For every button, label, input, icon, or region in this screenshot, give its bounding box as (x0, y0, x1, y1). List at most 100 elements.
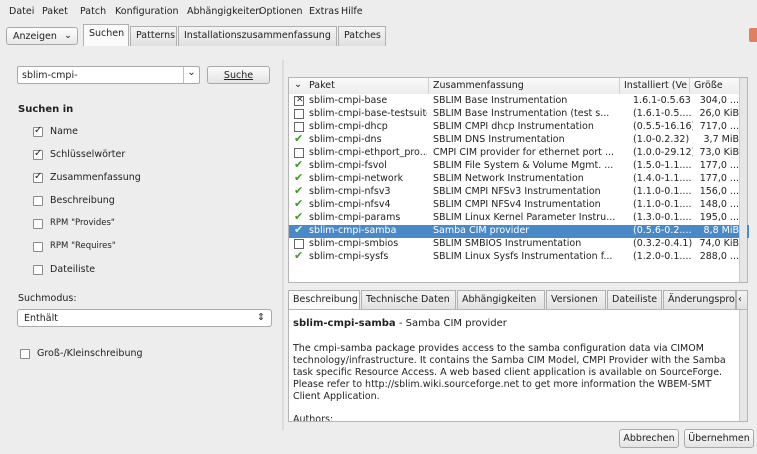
cell-groesse: 73,0 KiB (699, 147, 739, 158)
package-table: ⌄ Paket Zusammenfassung Installiert (Ve … (288, 77, 749, 283)
cancel-button-label: Abbrechen (623, 433, 675, 444)
checkbox-icon[interactable] (294, 148, 304, 158)
menu-konfiguration[interactable]: Konfiguration (115, 6, 179, 17)
option-description-label: Beschreibung (50, 195, 115, 206)
table-row[interactable]: sblim-cmpi-dhcp SBLIM CMPI dhcp Instrumen… (289, 121, 749, 134)
column-header-zusammenfassung[interactable]: Zusammenfassung (429, 78, 620, 94)
table-scrollbar[interactable] (739, 78, 747, 282)
menu-hilfe[interactable]: Hilfe (341, 6, 363, 17)
tab-installationszusammenfassung[interactable]: Installationszusammenfassung (178, 26, 337, 46)
cell-zusammenfassung: SBLIM SMBIOS Instrumentation (433, 238, 582, 249)
checkbox-summary[interactable] (33, 171, 43, 183)
cell-zusammenfassung: SBLIM CMPI NFSv4 Instrumentation (433, 199, 601, 210)
cell-installiert: 1.6.1-0.5.63 (633, 95, 691, 106)
cancel-button[interactable]: Abbrechen (619, 429, 679, 448)
menu-abhaengigkeiten[interactable]: Abhängigkeiten (187, 6, 261, 17)
table-row[interactable]: sblim-cmpi-samba Samba CIM provider (0.5.6… (289, 223, 749, 238)
update-checkbox-icon[interactable] (294, 95, 304, 106)
table-row[interactable]: sblim-cmpi-fsvol SBLIM File System & Volu… (289, 158, 749, 173)
table-row[interactable]: sblim-cmpi-base-testsuite SBLIM Base Inst… (289, 108, 749, 121)
menu-patch[interactable]: Patch (80, 6, 106, 17)
option-keywords-label: Schlüsselwörter (50, 149, 126, 160)
description-text: The cmpi-samba package provides access t… (293, 343, 726, 402)
tab-versionen[interactable]: Versionen (546, 290, 606, 310)
cell-zusammenfassung: SBLIM DNS Instrumentation (433, 134, 565, 145)
checkbox-icon[interactable] (294, 239, 304, 249)
menu-optionen[interactable]: Optionen (259, 6, 303, 17)
table-row[interactable]: sblim-cmpi-smbios SBLIM SMBIOS Instrument… (289, 238, 749, 251)
package-name: sblim-cmpi-samba (293, 318, 396, 329)
cell-zusammenfassung: Samba CIM provider (433, 225, 530, 236)
option-provides-label: RPM "Provides" (50, 218, 115, 228)
cell-zusammenfassung: SBLIM CMPI NFSv3 Instrumentation (433, 186, 601, 197)
menu-extras[interactable]: Extras (309, 6, 339, 17)
checkbox-keywords[interactable] (33, 148, 43, 160)
table-row[interactable]: sblim-cmpi-sysfs SBLIM Linux Sysfs Instru… (289, 249, 749, 264)
cell-paket: sblim-cmpi-dhcp (309, 121, 388, 132)
tab-aenderungsprotokoll[interactable]: Änderungsprot (663, 290, 736, 310)
updown-icon: ⇕ (257, 312, 265, 323)
column-header-groesse[interactable]: Größe (690, 78, 741, 94)
cell-zusammenfassung: SBLIM Base Instrumentation (test s... (433, 108, 610, 119)
installed-check-icon[interactable] (294, 132, 305, 146)
table-row[interactable]: sblim-cmpi-base SBLIM Base Instrumentatio… (289, 95, 749, 108)
checkbox-icon[interactable] (294, 109, 304, 119)
tab-scroll-left-icon[interactable]: ‹ (736, 290, 748, 310)
cell-installiert: (0.3.2-0.4.1) (633, 238, 693, 249)
table-row[interactable]: sblim-cmpi-dns SBLIM DNS Instrumentation (… (289, 132, 749, 147)
table-row[interactable]: sblim-cmpi-params SBLIM Linux Kernel Para… (289, 210, 749, 225)
tab-dateiliste[interactable]: Dateiliste (607, 290, 662, 310)
view-dropdown[interactable]: Anzeigen ⌄ (6, 27, 78, 45)
apply-button[interactable]: Übernehmen (684, 429, 754, 448)
cell-paket: sblim-cmpi-fsvol (309, 160, 387, 171)
table-row[interactable]: sblim-cmpi-nfsv3 SBLIM CMPI NFSv3 Instrum… (289, 184, 749, 199)
tab-technische-daten[interactable]: Technische Daten (361, 290, 456, 310)
close-tab-icon[interactable] (749, 28, 757, 42)
cell-paket: sblim-cmpi-base-testsuite (309, 108, 427, 119)
checkbox-provides[interactable] (33, 219, 43, 229)
cell-installiert: (1.1.0-0.1.... (633, 199, 692, 210)
search-button[interactable]: Suche (207, 66, 270, 84)
splitter-handle[interactable] (282, 60, 284, 430)
cell-paket: sblim-cmpi-base (309, 95, 388, 106)
tab-patches[interactable]: Patches (338, 26, 386, 46)
installed-check-icon[interactable] (294, 249, 305, 263)
cell-installiert: (1.0.0-29.12) (633, 147, 693, 158)
cell-paket: sblim-cmpi-smbios (309, 238, 399, 249)
table-row[interactable]: sblim-cmpi-network SBLIM Network Instrume… (289, 171, 749, 186)
checkbox-case-sensitive[interactable] (20, 349, 30, 359)
option-requires-label: RPM "Requires" (50, 241, 116, 251)
authors-label: Authors: (293, 414, 334, 422)
checkbox-description[interactable] (33, 196, 43, 206)
option-filelist-label: Dateiliste (50, 264, 96, 275)
column-header-installiert[interactable]: Installiert (Ve (620, 78, 690, 94)
search-mode-select[interactable]: Enthält ⇕ (17, 309, 272, 327)
search-mode-value: Enthält (24, 313, 58, 324)
cell-paket: sblim-cmpi-nfsv4 (309, 199, 391, 210)
cell-installiert: (1.3.0-0.1.... (633, 212, 692, 223)
search-input[interactable]: sblim-cmpi- ⌄ (17, 66, 200, 84)
column-header-paket[interactable]: ⌄ Paket (289, 78, 429, 94)
tab-patterns[interactable]: Patterns (130, 26, 177, 46)
installed-check-icon[interactable] (294, 223, 305, 237)
checkbox-icon[interactable] (294, 122, 304, 132)
checkbox-filelist[interactable] (33, 265, 43, 275)
cell-paket: sblim-cmpi-ethport_pro... (309, 147, 427, 158)
table-row[interactable]: sblim-cmpi-ethport_pro... CMPI CIM provid… (289, 147, 749, 160)
cell-paket: sblim-cmpi-dns (309, 134, 382, 145)
cell-groesse: 26,0 KiB (699, 108, 739, 119)
case-sensitive-label: Groß-/Kleinschreibung (37, 348, 143, 359)
tab-beschreibung[interactable]: Beschreibung (288, 290, 360, 310)
checkbox-name[interactable] (33, 125, 43, 137)
description-scrollbar[interactable] (739, 310, 747, 421)
tab-suchen[interactable]: Suchen (83, 24, 129, 46)
tab-abhaengigkeiten[interactable]: Abhängigkeiten (457, 290, 545, 310)
checkbox-requires[interactable] (33, 242, 43, 252)
cell-installiert: (0.5.5-16.16) (633, 121, 693, 132)
menu-datei[interactable]: Datei (9, 6, 34, 17)
table-row[interactable]: sblim-cmpi-nfsv4 SBLIM CMPI NFSv4 Instrum… (289, 197, 749, 212)
chevron-down-icon[interactable]: ⌄ (183, 67, 199, 83)
cell-groesse: 148,0 ... (699, 199, 739, 210)
cell-groesse: 304,0 ... (699, 95, 739, 106)
menu-paket[interactable]: Paket (42, 6, 68, 17)
